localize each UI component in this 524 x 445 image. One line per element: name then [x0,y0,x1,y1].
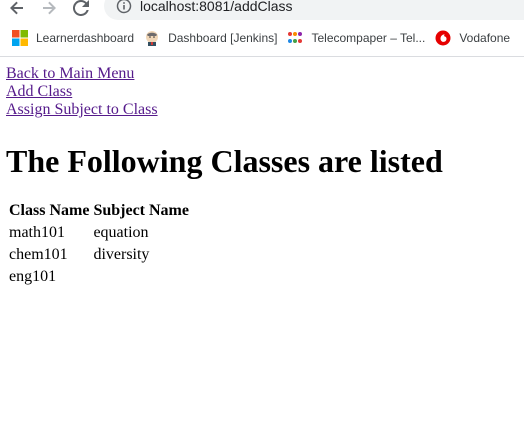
page-title: The Following Classes are listed [6,143,443,179]
bookmark-label: Dashboard [Jenkins] [168,31,278,45]
table-row: eng101 [8,267,190,287]
assign-subject-link[interactable]: Assign Subject to Class [6,101,518,119]
jenkins-butler-icon [144,30,160,46]
nav-links: Back to Main Menu Add Class Assign Subje… [6,65,518,119]
telecompaper-dots-icon [287,30,303,46]
class-name-cell: eng101 [9,268,57,285]
back-arrow-icon[interactable] [6,0,28,18]
back-to-main-menu-link[interactable]: Back to Main Menu [6,65,518,83]
bookmark-learnerdashboard[interactable]: Learnerdashboard [12,26,134,50]
vodafone-logo-icon [435,30,451,46]
info-icon[interactable] [116,0,132,14]
browser-chrome: localhost:8081/addClass Learnerdashboard… [0,0,524,57]
address-url[interactable]: localhost:8081/addClass [140,0,293,14]
table-row: math101 equation [8,223,190,243]
table-header-row: Class Name Subject Name [8,201,190,221]
windows-logo-icon [12,30,28,46]
bookmark-label: Learnerdashboard [36,31,135,45]
bookmarks-bar: Learnerdashboard Dashboard [Jenkins] Tel… [0,26,524,50]
column-header-subject-name: Subject Name [93,202,189,219]
bookmark-telecompaper[interactable]: Telecompaper – Tel... [287,26,425,50]
class-name-cell: math101 [9,224,65,241]
bookmark-jenkins[interactable]: Dashboard [Jenkins] [144,26,277,50]
add-class-link[interactable]: Add Class [6,83,518,101]
forward-arrow-icon[interactable] [38,0,60,18]
page-content: Back to Main Menu Add Class Assign Subje… [0,57,524,297]
bookmark-label: Telecompaper – Tel... [311,31,426,45]
subject-name-cell: diversity [93,246,150,263]
reload-icon[interactable] [70,0,92,18]
class-name-cell: chem101 [9,246,68,263]
subject-name-cell: equation [93,224,149,241]
classes-table: Class Name Subject Name math101 equation… [6,199,192,289]
column-header-class-name: Class Name [9,202,90,219]
address-bar[interactable]: localhost:8081/addClass [104,0,524,20]
bookmark-label: Vodafone [459,31,511,45]
subject-name-cell [92,267,190,287]
bookmark-vodafone[interactable]: Vodafone [435,26,510,50]
table-row: chem101 diversity [8,245,190,265]
